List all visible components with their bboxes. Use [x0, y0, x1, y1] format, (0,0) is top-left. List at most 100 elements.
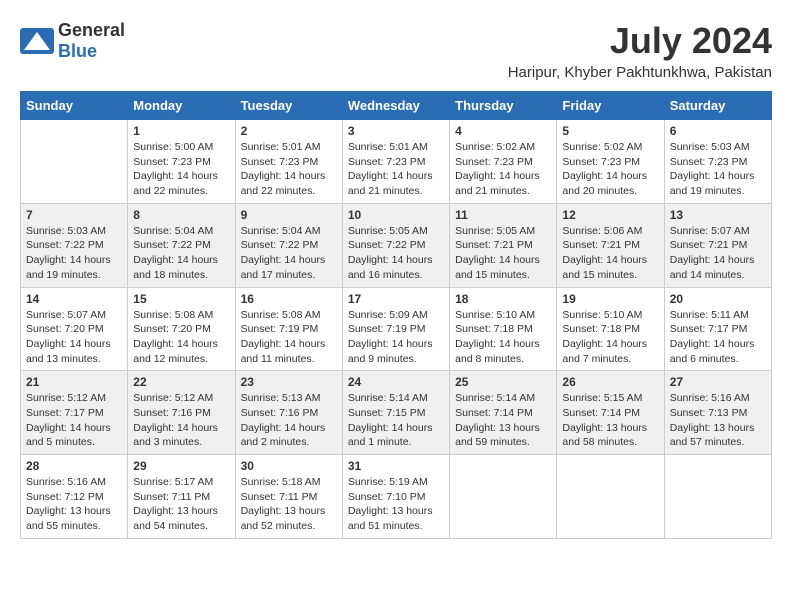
calendar-cell: 24Sunrise: 5:14 AM Sunset: 7:15 PM Dayli…: [342, 371, 449, 455]
day-header-monday: Monday: [128, 92, 235, 120]
day-header-thursday: Thursday: [450, 92, 557, 120]
calendar-cell: 13 Sunrise: 5:07 AM Sunset: 7:21 PM Dayli…: [664, 203, 771, 287]
day-info: Sunrise: 5:14 AM Sunset: 7:14 PM Dayligh…: [455, 391, 551, 450]
calendar: SundayMondayTuesdayWednesdayThursdayFrid…: [20, 91, 772, 539]
page-header: General Blue July 2024 Haripur, Khyber P…: [20, 20, 772, 81]
day-number: 7: [26, 208, 122, 222]
calendar-cell: 14Sunrise: 5:07 AM Sunset: 7:20 PM Dayli…: [21, 287, 128, 371]
day-number: 30: [241, 459, 337, 473]
calendar-cell: 12Sunrise: 5:06 AM Sunset: 7:21 PM Dayli…: [557, 203, 664, 287]
day-number: 6: [670, 124, 766, 138]
day-number: 16: [241, 292, 337, 306]
calendar-cell: [450, 455, 557, 539]
day-info: Sunrise: 5:02 AM Sunset: 7:23 PM Dayligh…: [455, 140, 551, 199]
calendar-cell: 20Sunrise: 5:11 AM Sunset: 7:17 PM Dayli…: [664, 287, 771, 371]
calendar-cell: 30 Sunrise: 5:18 AM Sunset: 7:11 PM Dayli…: [235, 455, 342, 539]
day-info: Sunrise: 5:03 AM Sunset: 7:23 PM Dayligh…: [670, 140, 766, 199]
day-number: 25: [455, 375, 551, 389]
calendar-cell: 8Sunrise: 5:04 AM Sunset: 7:22 PM Daylig…: [128, 203, 235, 287]
week-row-5: 28Sunrise: 5:16 AM Sunset: 7:12 PM Dayli…: [21, 455, 772, 539]
day-number: 28: [26, 459, 122, 473]
calendar-cell: 31 Sunrise: 5:19 AM Sunset: 7:10 PM Dayli…: [342, 455, 449, 539]
calendar-cell: 29 Sunrise: 5:17 AM Sunset: 7:11 PM Dayli…: [128, 455, 235, 539]
day-header-tuesday: Tuesday: [235, 92, 342, 120]
calendar-cell: 2 Sunrise: 5:01 AM Sunset: 7:23 PM Daylig…: [235, 120, 342, 204]
day-number: 17: [348, 292, 444, 306]
day-info: Sunrise: 5:10 AM Sunset: 7:18 PM Dayligh…: [562, 308, 658, 367]
day-number: 15: [133, 292, 229, 306]
day-info: Sunrise: 5:08 AM Sunset: 7:20 PM Dayligh…: [133, 308, 229, 367]
month-year: July 2024: [508, 20, 772, 62]
calendar-cell: 1 Sunrise: 5:00 AM Sunset: 7:23 PM Daylig…: [128, 120, 235, 204]
calendar-cell: 3Sunrise: 5:01 AM Sunset: 7:23 PM Daylig…: [342, 120, 449, 204]
week-row-4: 21Sunrise: 5:12 AM Sunset: 7:17 PM Dayli…: [21, 371, 772, 455]
calendar-cell: 28Sunrise: 5:16 AM Sunset: 7:12 PM Dayli…: [21, 455, 128, 539]
day-info: Sunrise: 5:01 AM Sunset: 7:23 PM Dayligh…: [241, 140, 337, 199]
day-info: Sunrise: 5:08 AM Sunset: 7:19 PM Dayligh…: [241, 308, 337, 367]
calendar-cell: 18 Sunrise: 5:10 AM Sunset: 7:18 PM Dayli…: [450, 287, 557, 371]
day-info: Sunrise: 5:13 AM Sunset: 7:16 PM Dayligh…: [241, 391, 337, 450]
day-number: 22: [133, 375, 229, 389]
calendar-cell: 26 Sunrise: 5:15 AM Sunset: 7:14 PM Dayli…: [557, 371, 664, 455]
day-number: 18: [455, 292, 551, 306]
day-info: Sunrise: 5:05 AM Sunset: 7:21 PM Dayligh…: [455, 224, 551, 283]
day-header-sunday: Sunday: [21, 92, 128, 120]
day-number: 2: [241, 124, 337, 138]
logo: General Blue: [20, 20, 125, 62]
day-number: 5: [562, 124, 658, 138]
day-info: Sunrise: 5:16 AM Sunset: 7:13 PM Dayligh…: [670, 391, 766, 450]
day-info: Sunrise: 5:03 AM Sunset: 7:22 PM Dayligh…: [26, 224, 122, 283]
day-number: 1: [133, 124, 229, 138]
day-info: Sunrise: 5:10 AM Sunset: 7:18 PM Dayligh…: [455, 308, 551, 367]
calendar-cell: 17 Sunrise: 5:09 AM Sunset: 7:19 PM Dayli…: [342, 287, 449, 371]
day-number: 29: [133, 459, 229, 473]
logo-general: General: [58, 20, 125, 40]
day-info: Sunrise: 5:09 AM Sunset: 7:19 PM Dayligh…: [348, 308, 444, 367]
day-info: Sunrise: 5:17 AM Sunset: 7:11 PM Dayligh…: [133, 475, 229, 534]
day-number: 19: [562, 292, 658, 306]
calendar-cell: 7 Sunrise: 5:03 AM Sunset: 7:22 PM Daylig…: [21, 203, 128, 287]
day-info: Sunrise: 5:12 AM Sunset: 7:16 PM Dayligh…: [133, 391, 229, 450]
calendar-cell: 16 Sunrise: 5:08 AM Sunset: 7:19 PM Dayli…: [235, 287, 342, 371]
location: Haripur, Khyber Pakhtunkhwa, Pakistan: [508, 64, 772, 81]
calendar-cell: [557, 455, 664, 539]
calendar-cell: 4 Sunrise: 5:02 AM Sunset: 7:23 PM Daylig…: [450, 120, 557, 204]
day-number: 10: [348, 208, 444, 222]
day-info: Sunrise: 5:04 AM Sunset: 7:22 PM Dayligh…: [241, 224, 337, 283]
day-number: 26: [562, 375, 658, 389]
week-row-1: 1 Sunrise: 5:00 AM Sunset: 7:23 PM Daylig…: [21, 120, 772, 204]
day-info: Sunrise: 5:12 AM Sunset: 7:17 PM Dayligh…: [26, 391, 122, 450]
day-number: 27: [670, 375, 766, 389]
day-number: 24: [348, 375, 444, 389]
day-info: Sunrise: 5:19 AM Sunset: 7:10 PM Dayligh…: [348, 475, 444, 534]
day-info: Sunrise: 5:18 AM Sunset: 7:11 PM Dayligh…: [241, 475, 337, 534]
day-number: 13: [670, 208, 766, 222]
week-row-2: 7 Sunrise: 5:03 AM Sunset: 7:22 PM Daylig…: [21, 203, 772, 287]
day-number: 14: [26, 292, 122, 306]
calendar-cell: 11Sunrise: 5:05 AM Sunset: 7:21 PM Dayli…: [450, 203, 557, 287]
calendar-cell: [21, 120, 128, 204]
calendar-cell: 23Sunrise: 5:13 AM Sunset: 7:16 PM Dayli…: [235, 371, 342, 455]
calendar-cell: 22 Sunrise: 5:12 AM Sunset: 7:16 PM Dayli…: [128, 371, 235, 455]
day-info: Sunrise: 5:07 AM Sunset: 7:21 PM Dayligh…: [670, 224, 766, 283]
day-number: 3: [348, 124, 444, 138]
day-number: 4: [455, 124, 551, 138]
day-info: Sunrise: 5:05 AM Sunset: 7:22 PM Dayligh…: [348, 224, 444, 283]
calendar-cell: 9 Sunrise: 5:04 AM Sunset: 7:22 PM Daylig…: [235, 203, 342, 287]
logo-icon: [20, 28, 54, 54]
day-number: 9: [241, 208, 337, 222]
day-number: 8: [133, 208, 229, 222]
calendar-cell: 25 Sunrise: 5:14 AM Sunset: 7:14 PM Dayli…: [450, 371, 557, 455]
calendar-cell: [664, 455, 771, 539]
day-info: Sunrise: 5:02 AM Sunset: 7:23 PM Dayligh…: [562, 140, 658, 199]
day-info: Sunrise: 5:00 AM Sunset: 7:23 PM Dayligh…: [133, 140, 229, 199]
day-header-friday: Friday: [557, 92, 664, 120]
day-number: 31: [348, 459, 444, 473]
day-number: 20: [670, 292, 766, 306]
calendar-cell: 10 Sunrise: 5:05 AM Sunset: 7:22 PM Dayli…: [342, 203, 449, 287]
calendar-cell: 6 Sunrise: 5:03 AM Sunset: 7:23 PM Daylig…: [664, 120, 771, 204]
logo-blue: Blue: [58, 41, 97, 61]
day-info: Sunrise: 5:06 AM Sunset: 7:21 PM Dayligh…: [562, 224, 658, 283]
calendar-cell: 15 Sunrise: 5:08 AM Sunset: 7:20 PM Dayli…: [128, 287, 235, 371]
day-info: Sunrise: 5:15 AM Sunset: 7:14 PM Dayligh…: [562, 391, 658, 450]
